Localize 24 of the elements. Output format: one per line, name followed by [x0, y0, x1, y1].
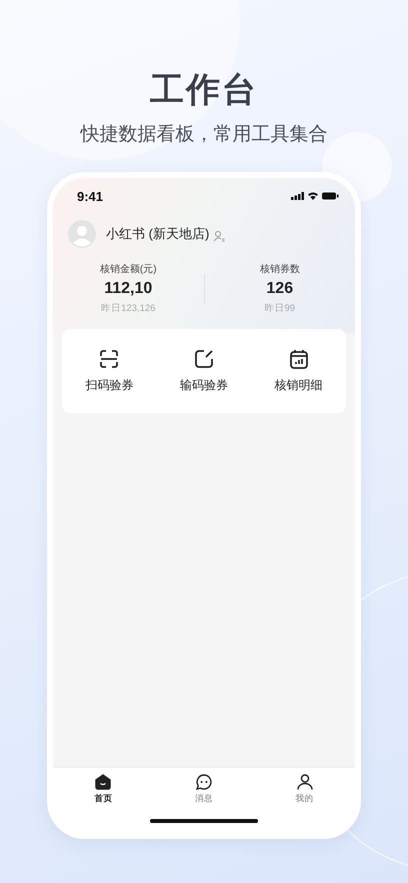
stat-label: 核销金额(元) [100, 262, 157, 276]
tool-button[interactable]: 输码验券 [156, 348, 252, 394]
chart-report-icon [288, 348, 309, 368]
tab[interactable]: 首页 [53, 774, 154, 805]
stat-previous: 昨日99 [264, 302, 296, 315]
chat-icon [196, 774, 212, 790]
edit-icon [194, 348, 214, 368]
tab[interactable]: 我的 [254, 774, 355, 805]
stat-value: 126 [266, 280, 294, 298]
tool-button[interactable]: 核销明细 [251, 348, 346, 394]
person-switch-icon[interactable] [213, 230, 226, 242]
store-name[interactable]: 小红书 (新天地店) [106, 225, 210, 243]
stat-label: 核销券数 [260, 262, 300, 276]
status-icons [291, 191, 339, 201]
headline-subtitle: 快捷数据看板，常用工具集合 [80, 123, 328, 147]
scan-icon [99, 348, 120, 368]
person-icon [296, 774, 313, 790]
status-time: 9:41 [77, 188, 104, 204]
home-icon [95, 774, 112, 790]
tab[interactable]: 消息 [154, 774, 254, 805]
headline-title: 工作台 [150, 70, 258, 110]
tool-button[interactable]: 扫码验券 [62, 348, 157, 394]
stat-value: 112,10 [104, 280, 152, 298]
stat-previous: 昨日123,126 [101, 302, 156, 315]
